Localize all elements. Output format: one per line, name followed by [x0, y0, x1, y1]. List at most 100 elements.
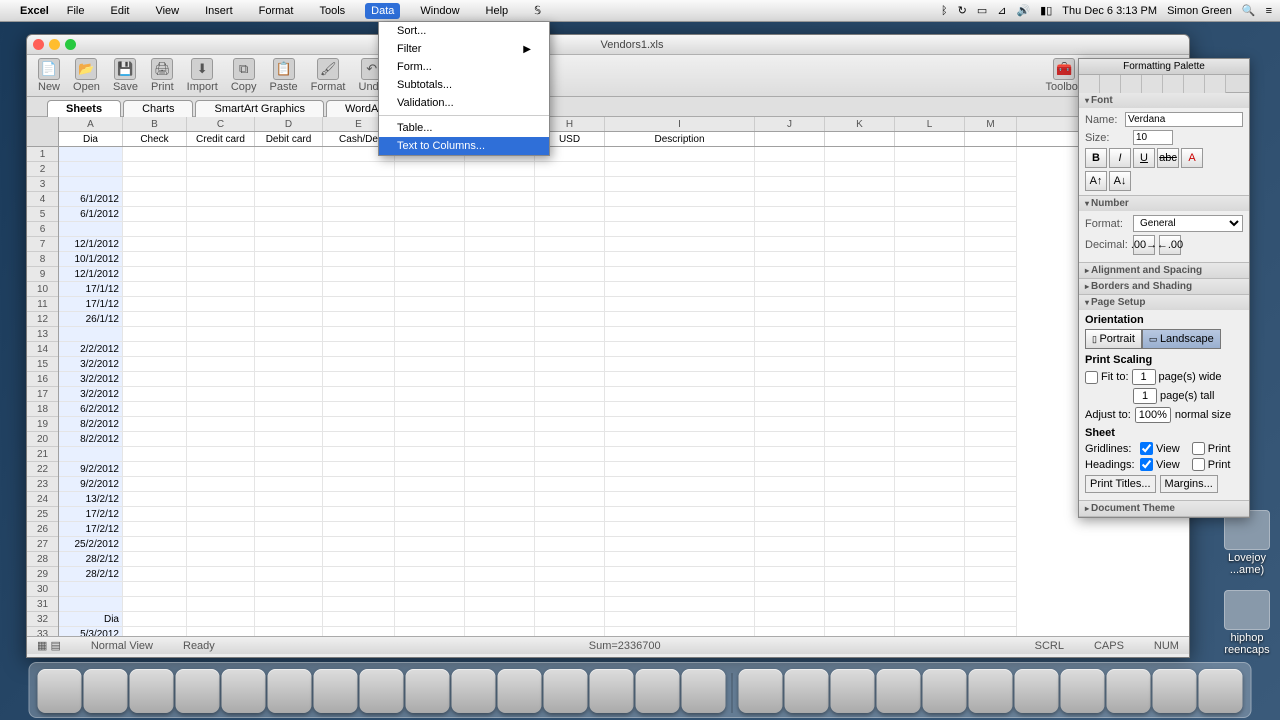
cell[interactable] — [965, 477, 1017, 492]
cell[interactable] — [895, 447, 965, 462]
head-print-check[interactable] — [1192, 458, 1205, 471]
cell[interactable] — [465, 612, 535, 627]
cell[interactable] — [465, 537, 535, 552]
cell[interactable] — [895, 207, 965, 222]
cell[interactable] — [755, 312, 825, 327]
cell[interactable] — [123, 297, 187, 312]
cell[interactable] — [465, 342, 535, 357]
cell[interactable] — [123, 552, 187, 567]
cell[interactable] — [123, 357, 187, 372]
cell[interactable] — [825, 447, 895, 462]
cell[interactable] — [535, 207, 605, 222]
menu-edit[interactable]: Edit — [104, 3, 135, 19]
cell[interactable] — [895, 462, 965, 477]
cell[interactable] — [755, 477, 825, 492]
cell[interactable] — [59, 327, 123, 342]
cell[interactable] — [825, 387, 895, 402]
cell[interactable] — [123, 477, 187, 492]
number-format-select[interactable]: General — [1133, 215, 1243, 232]
cell[interactable] — [825, 462, 895, 477]
cell[interactable]: 17/2/12 — [59, 522, 123, 537]
cell[interactable] — [323, 222, 395, 237]
cell[interactable] — [605, 282, 755, 297]
cell[interactable] — [323, 252, 395, 267]
cell[interactable] — [605, 537, 755, 552]
cell[interactable] — [535, 612, 605, 627]
cell[interactable] — [323, 462, 395, 477]
cell[interactable] — [123, 342, 187, 357]
cell[interactable] — [895, 597, 965, 612]
cell[interactable] — [825, 372, 895, 387]
row-header[interactable]: 9 — [27, 267, 58, 282]
cell[interactable] — [255, 582, 323, 597]
cell[interactable] — [535, 402, 605, 417]
cell[interactable] — [605, 192, 755, 207]
user-name[interactable]: Simon Green — [1167, 5, 1232, 17]
menu-script-icon[interactable]: 𝕊 — [528, 2, 547, 19]
cell[interactable]: 3/2/2012 — [59, 387, 123, 402]
display-icon[interactable]: ▭ — [977, 4, 987, 17]
cell[interactable] — [965, 582, 1017, 597]
cell[interactable] — [187, 372, 255, 387]
cell[interactable] — [187, 252, 255, 267]
cell[interactable] — [323, 567, 395, 582]
cell[interactable] — [755, 372, 825, 387]
cell[interactable] — [255, 567, 323, 582]
cell[interactable] — [255, 222, 323, 237]
adjust-input[interactable] — [1135, 407, 1171, 423]
zoom-button[interactable] — [65, 39, 76, 50]
cell[interactable] — [605, 267, 755, 282]
cell[interactable] — [323, 387, 395, 402]
desktop-icon-2[interactable]: hiphop reencaps — [1222, 590, 1272, 656]
cell[interactable] — [255, 492, 323, 507]
titlebar[interactable]: Vendors1.xls — [27, 35, 1189, 55]
cell[interactable] — [395, 627, 465, 636]
cell[interactable] — [123, 252, 187, 267]
dec-decimal-button[interactable]: ←.00 — [1159, 235, 1181, 255]
cell[interactable] — [323, 612, 395, 627]
cell[interactable] — [187, 147, 255, 162]
cell[interactable]: 28/2/12 — [59, 567, 123, 582]
cell[interactable] — [255, 477, 323, 492]
cell[interactable] — [187, 357, 255, 372]
cell[interactable] — [535, 267, 605, 282]
cell[interactable] — [605, 627, 755, 636]
cell[interactable] — [825, 237, 895, 252]
cell[interactable] — [465, 567, 535, 582]
cell[interactable] — [323, 552, 395, 567]
cell[interactable] — [535, 417, 605, 432]
cell[interactable] — [605, 342, 755, 357]
cell[interactable] — [605, 597, 755, 612]
cell[interactable] — [895, 237, 965, 252]
cell[interactable] — [965, 297, 1017, 312]
cell[interactable] — [255, 597, 323, 612]
col-header-L[interactable]: L — [895, 117, 965, 131]
margins-button[interactable]: Margins... — [1160, 475, 1218, 493]
tab-smartart[interactable]: SmartArt Graphics — [195, 100, 323, 117]
col-header-B[interactable]: B — [123, 117, 187, 131]
cell[interactable] — [123, 402, 187, 417]
cell[interactable] — [895, 492, 965, 507]
dock-doc-6[interactable] — [969, 669, 1013, 713]
cell[interactable] — [255, 192, 323, 207]
cell[interactable] — [895, 507, 965, 522]
row-header[interactable]: 8 — [27, 252, 58, 267]
cell[interactable] — [123, 177, 187, 192]
cell[interactable] — [605, 357, 755, 372]
cell[interactable] — [395, 567, 465, 582]
cell[interactable] — [535, 432, 605, 447]
header-cell[interactable] — [895, 132, 965, 146]
cell[interactable] — [605, 162, 755, 177]
cell[interactable] — [605, 447, 755, 462]
cell[interactable] — [755, 567, 825, 582]
cell[interactable] — [825, 477, 895, 492]
cell[interactable] — [123, 537, 187, 552]
cell[interactable] — [395, 312, 465, 327]
cell[interactable] — [255, 507, 323, 522]
menu-tools[interactable]: Tools — [313, 3, 351, 19]
cell[interactable] — [825, 207, 895, 222]
cell[interactable] — [895, 372, 965, 387]
cell[interactable] — [965, 372, 1017, 387]
cell[interactable] — [123, 567, 187, 582]
cell[interactable] — [895, 267, 965, 282]
